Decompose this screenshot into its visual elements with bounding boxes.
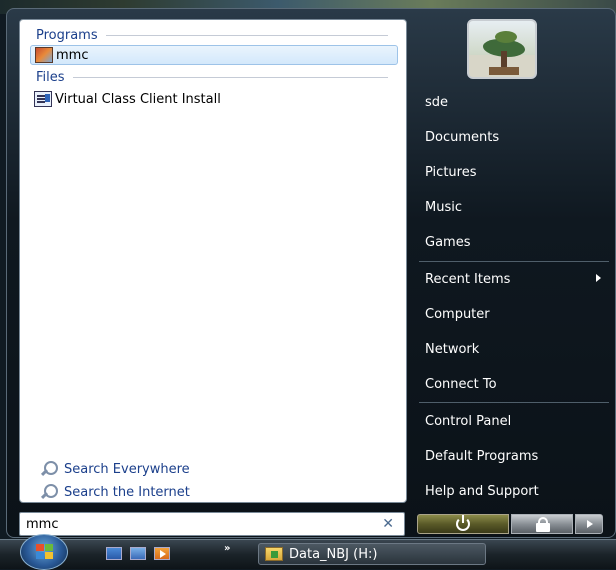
lock-icon [536, 517, 550, 532]
start-button[interactable] [20, 534, 68, 570]
power-icon [456, 515, 470, 531]
divider [72, 77, 388, 78]
folder-icon [265, 547, 283, 561]
result-file-virtual-class[interactable]: Virtual Class Client Install [30, 89, 398, 109]
shutdown-options-button[interactable] [575, 514, 603, 534]
user-folder-link[interactable]: sde [425, 91, 605, 113]
divider [419, 402, 609, 403]
taskbar-window-data-nbj[interactable]: Data_NBJ (H:) [258, 543, 486, 565]
divider [105, 35, 388, 36]
control-panel-link[interactable]: Control Panel [425, 410, 605, 432]
files-header: Files [36, 70, 388, 85]
search-icon [40, 483, 58, 501]
media-player-icon[interactable] [154, 547, 170, 560]
start-menu: Programs mmc Files Virtual Class Client … [6, 8, 616, 538]
network-link[interactable]: Network [425, 338, 605, 360]
divider [419, 261, 609, 262]
default-programs-link[interactable]: Default Programs [425, 445, 605, 467]
power-button[interactable] [417, 514, 509, 534]
music-link[interactable]: Music [425, 196, 605, 218]
games-link[interactable]: Games [425, 231, 605, 253]
search-results-pane: Programs mmc Files Virtual Class Client … [19, 19, 407, 503]
document-icon [34, 91, 52, 107]
lock-button[interactable] [511, 514, 573, 534]
switch-windows-icon[interactable] [130, 547, 146, 560]
documents-link[interactable]: Documents [425, 126, 605, 148]
submenu-arrow-icon [596, 274, 601, 282]
mmc-icon [35, 47, 53, 63]
search-everywhere-link[interactable]: Search Everywhere [40, 460, 190, 478]
connect-to-link[interactable]: Connect To [425, 373, 605, 395]
computer-link[interactable]: Computer [425, 303, 605, 325]
clear-icon[interactable]: ✕ [382, 516, 394, 532]
help-and-support-link[interactable]: Help and Support [425, 480, 605, 502]
programs-header: Programs [36, 28, 388, 43]
show-desktop-icon[interactable] [106, 547, 122, 560]
quick-launch-more-button[interactable]: » [224, 543, 230, 554]
user-picture[interactable] [467, 19, 537, 79]
result-program-mmc[interactable]: mmc [30, 45, 398, 65]
windows-logo-icon [36, 544, 54, 560]
recent-items-link[interactable]: Recent Items [425, 268, 605, 290]
pictures-link[interactable]: Pictures [425, 161, 605, 183]
search-internet-link[interactable]: Search the Internet [40, 483, 190, 501]
search-icon [40, 460, 58, 478]
start-search-box[interactable]: ✕ [19, 512, 405, 536]
search-input[interactable] [24, 515, 364, 533]
